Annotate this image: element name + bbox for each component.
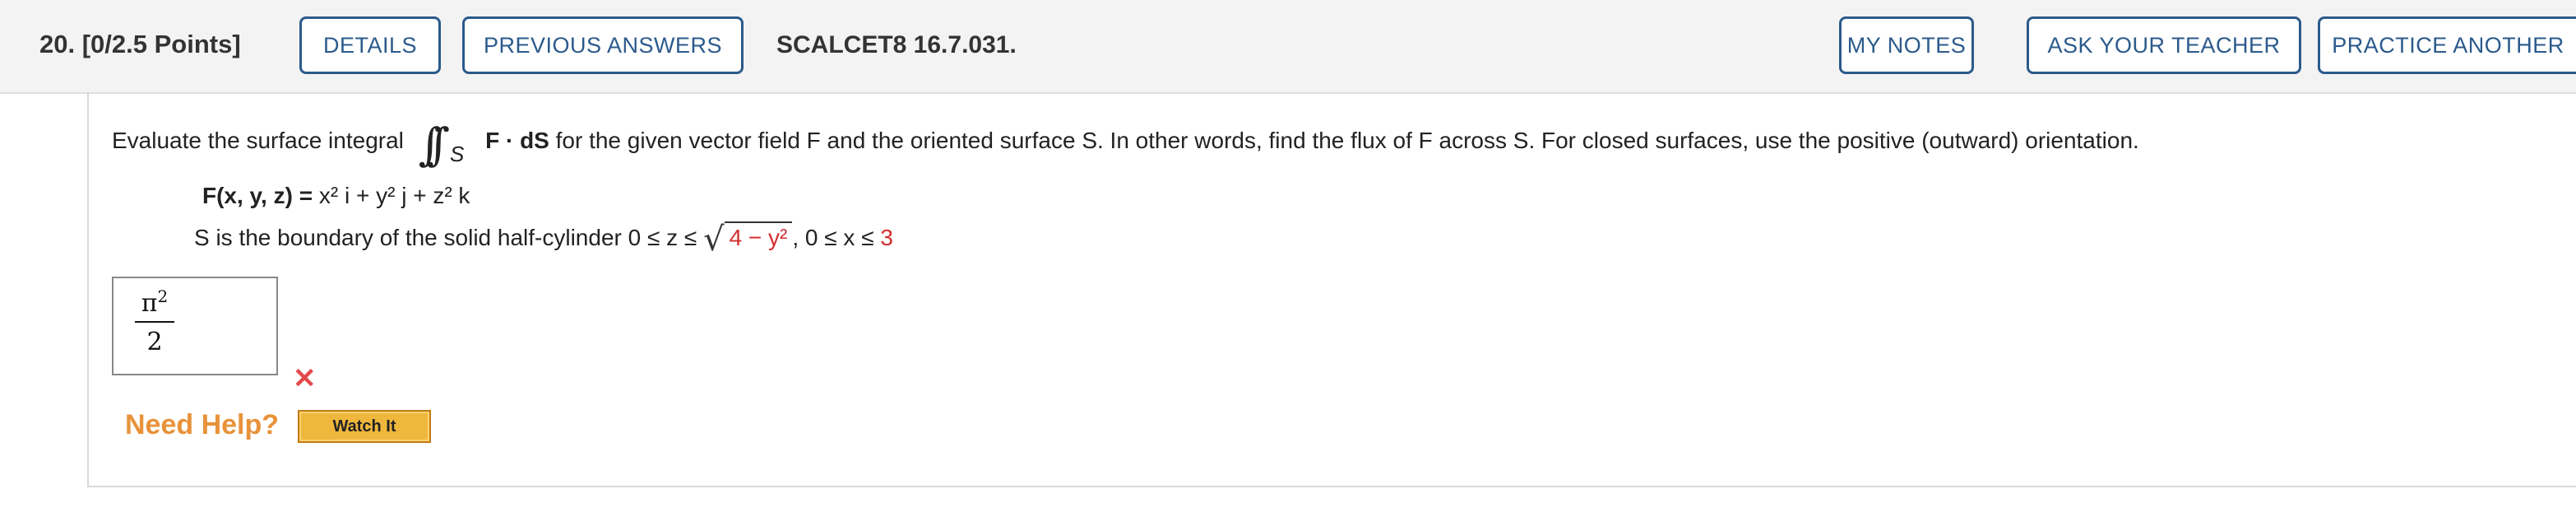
question-points: [0/2.5 Points] [81,30,241,58]
question-title: 20. [0/2.5 Points] [39,30,241,59]
answer-numerator: π2 [135,286,174,323]
question-header: 20. [0/2.5 Points] DETAILS PREVIOUS ANSW… [0,0,2576,94]
surface-start: S is the boundary of the solid half-cyli… [194,225,704,250]
square-root: √ 4 − y² [703,221,793,258]
answer-denominator: 2 [146,328,163,356]
vector-field-definition: F(x, y, z) = x² i + y² j + z² k [202,183,470,209]
surface-integral-symbol: ∫∫ [418,119,451,170]
numerator-exponent: 2 [157,286,169,306]
sqrt-expression: 4 − y² [724,221,793,250]
need-help-label: Need Help? [125,409,280,440]
field-rhs: x² i + y² j + z² k [318,183,470,208]
integral-subscript: S [449,142,465,166]
field-lhs: F(x, y, z) = [202,183,319,208]
numerator-symbol: π [141,289,158,318]
answer-input[interactable]: π2 2 [112,277,278,375]
my-notes-button[interactable]: MY NOTES [1839,16,1974,74]
watch-it-button[interactable]: Watch It [298,410,431,443]
incorrect-x-icon: ✕ [293,363,317,394]
answer-fraction: π2 2 [135,286,174,356]
previous-answers-button[interactable]: PREVIOUS ANSWERS [462,16,744,74]
question-prompt: Evaluate the surface integral ∫∫ S F · dS… [112,119,2139,170]
surface-mid: , 0 ≤ x ≤ [792,225,881,250]
sqrt-icon: √ [703,221,725,258]
surface-definition: S is the boundary of the solid half-cyli… [194,221,893,258]
x-upper-bound: 3 [880,225,893,250]
ask-your-teacher-button[interactable]: ASK YOUR TEACHER [2027,16,2301,74]
question-reference: SCALCET8 16.7.031. [776,31,1017,58]
prompt-end: for the given vector field F and the ori… [555,128,2139,153]
details-button[interactable]: DETAILS [299,16,441,74]
practice-another-button[interactable]: PRACTICE ANOTHER [2318,16,2576,74]
integrand: F · dS [485,128,549,153]
question-number: 20. [39,30,76,58]
prompt-start: Evaluate the surface integral [112,128,404,153]
